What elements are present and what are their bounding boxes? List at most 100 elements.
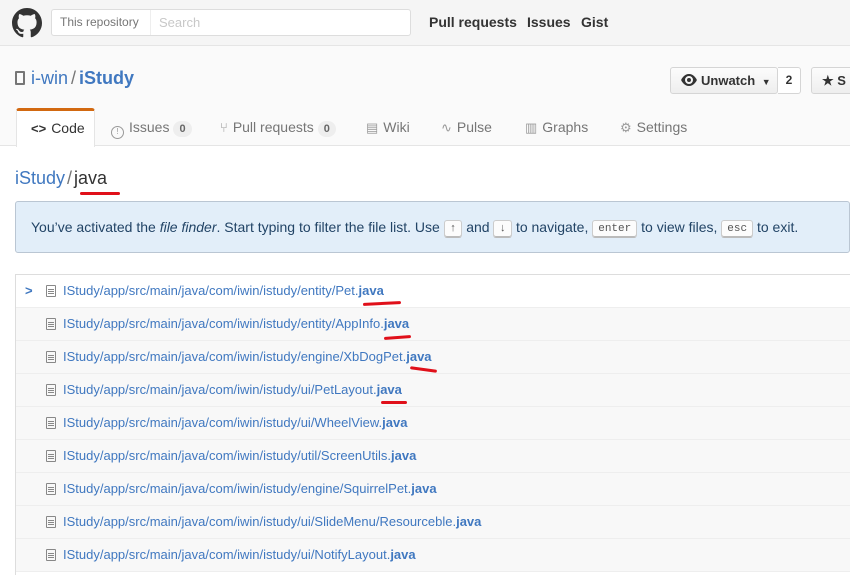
tab-label: Issues bbox=[129, 119, 170, 135]
file-path-text: IStudy/app/src/main/java/com/iwin/istudy… bbox=[63, 514, 457, 529]
file-path-match: java bbox=[406, 349, 432, 364]
breadcrumb-repo-link[interactable]: iStudy bbox=[15, 168, 65, 188]
notice-text: You’ve activated the bbox=[31, 219, 160, 235]
key-up-arrow: ↑ bbox=[443, 220, 463, 238]
site-header: This repository Pull requests Issues Gis… bbox=[0, 0, 850, 46]
star-label: S bbox=[837, 73, 846, 88]
file-path-match: java bbox=[391, 448, 417, 463]
file-result-row[interactable]: IStudy/app/src/main/java/com/iwin/istudy… bbox=[16, 440, 850, 473]
file-icon bbox=[46, 351, 56, 363]
file-result-row[interactable]: IStudy/app/src/main/java/com/iwin/istudy… bbox=[16, 539, 850, 572]
repo-owner-link[interactable]: i-win bbox=[31, 68, 68, 88]
key-enter: enter bbox=[592, 220, 638, 238]
file-path-link[interactable]: IStudy/app/src/main/java/com/iwin/istudy… bbox=[63, 341, 432, 373]
site-search: This repository bbox=[51, 9, 411, 36]
file-result-row[interactable]: IStudy/app/src/main/java/com/iwin/istudy… bbox=[16, 407, 850, 440]
code-icon: <> bbox=[31, 121, 47, 136]
repo-name-link[interactable]: iStudy bbox=[79, 68, 134, 88]
file-icon bbox=[46, 384, 56, 396]
file-path-text: IStudy/app/src/main/java/com/iwin/istudy… bbox=[63, 316, 384, 331]
tab-label: Graphs bbox=[542, 119, 589, 135]
file-path-match: java bbox=[456, 514, 482, 529]
file-path-match: java bbox=[383, 316, 410, 331]
tab-settings[interactable]: ⚙ Settings bbox=[620, 108, 687, 146]
file-result-row[interactable]: > IStudy/app/src/main/java/com/iwin/istu… bbox=[16, 275, 850, 308]
repo-title-separator: / bbox=[71, 68, 77, 88]
tab-label: Settings bbox=[636, 119, 688, 135]
annotation-underline bbox=[80, 192, 120, 195]
notice-emphasis: file finder bbox=[159, 219, 217, 235]
file-path-link[interactable]: IStudy/app/src/main/java/com/iwin/istudy… bbox=[63, 473, 437, 505]
gear-icon: ⚙ bbox=[620, 120, 632, 135]
file-path-text: IStudy/app/src/main/java/com/iwin/istudy… bbox=[63, 283, 359, 298]
eye-icon bbox=[681, 74, 697, 86]
file-icon bbox=[46, 483, 56, 495]
nav-issues[interactable]: Issues bbox=[527, 14, 571, 30]
tab-pull-requests[interactable]: ⑂ Pull requests 0 bbox=[220, 108, 336, 146]
tab-label: Pulse bbox=[456, 119, 492, 135]
notice-text: and bbox=[462, 219, 494, 235]
key-esc: esc bbox=[721, 220, 754, 238]
file-result-row[interactable]: IStudy/app/src/main/java/com/iwin/istudy… bbox=[16, 473, 850, 506]
file-path-match: java bbox=[358, 283, 384, 298]
file-icon bbox=[46, 549, 56, 561]
file-result-row[interactable]: IStudy/app/src/main/java/com/iwin/istudy… bbox=[16, 308, 850, 341]
file-path-text: IStudy/app/src/main/java/com/iwin/istudy… bbox=[63, 547, 391, 562]
search-input[interactable] bbox=[151, 10, 410, 35]
file-path-text: IStudy/app/src/main/java/com/iwin/istudy… bbox=[63, 448, 392, 463]
file-path-match: java bbox=[411, 481, 437, 496]
annotation-underline bbox=[381, 401, 407, 404]
star-icon: ★ bbox=[822, 73, 834, 88]
file-result-row[interactable]: IStudy/app/src/main/java/com/iwin/istudy… bbox=[16, 506, 850, 539]
file-icon bbox=[46, 318, 56, 330]
notice-text: . Start typing to filter the file list. … bbox=[216, 219, 444, 235]
file-finder-query[interactable]: java bbox=[74, 168, 107, 188]
tab-label: Code bbox=[51, 120, 85, 136]
caret-down-icon: ▼ bbox=[761, 77, 771, 87]
file-path-match: java bbox=[390, 547, 416, 562]
tab-pulse[interactable]: ∿ Pulse bbox=[441, 108, 492, 146]
tab-code[interactable]: <> Code bbox=[16, 108, 95, 147]
graph-icon: ▥ bbox=[525, 120, 538, 135]
notice-text: to navigate, bbox=[512, 219, 593, 235]
notice-text: to exit. bbox=[753, 219, 799, 235]
repository-header: i-win / iStudy Unwatch ▼ 2 ★ S <> Code ! Iss… bbox=[0, 46, 850, 147]
unwatch-button[interactable]: Unwatch ▼ bbox=[670, 67, 778, 94]
file-path-text: IStudy/app/src/main/java/com/iwin/istudy… bbox=[63, 481, 412, 496]
file-path-link[interactable]: IStudy/app/src/main/java/com/iwin/istudy… bbox=[63, 275, 384, 307]
file-icon bbox=[46, 516, 56, 528]
github-logo-icon[interactable] bbox=[12, 8, 42, 38]
file-path-link[interactable]: IStudy/app/src/main/java/com/iwin/istudy… bbox=[63, 440, 416, 472]
file-path-link[interactable]: IStudy/app/src/main/java/com/iwin/istudy… bbox=[63, 308, 409, 340]
pull-requests-count-badge: 0 bbox=[317, 121, 336, 137]
file-path-text: IStudy/app/src/main/java/com/iwin/istudy… bbox=[63, 415, 383, 430]
nav-pull-requests[interactable]: Pull requests bbox=[429, 14, 517, 30]
file-finder-results: > IStudy/app/src/main/java/com/iwin/istu… bbox=[15, 274, 850, 575]
file-icon bbox=[46, 450, 56, 462]
file-result-row[interactable]: IStudy/app/src/main/java/com/iwin/istudy… bbox=[16, 374, 850, 407]
watch-count[interactable]: 2 bbox=[778, 67, 801, 94]
file-finder-notice: You’ve activated the file finder. Start … bbox=[15, 201, 850, 253]
chevron-right-icon: > bbox=[25, 283, 33, 298]
repo-title: i-win / iStudy bbox=[15, 68, 134, 89]
nav-gist[interactable]: Gist bbox=[581, 14, 608, 30]
file-path-match: java bbox=[382, 415, 408, 430]
file-icon bbox=[46, 285, 56, 297]
star-button[interactable]: ★ S bbox=[811, 67, 850, 94]
issues-count-badge: 0 bbox=[173, 121, 192, 137]
issue-icon: ! bbox=[111, 126, 124, 139]
tab-wiki[interactable]: ▤ Wiki bbox=[366, 108, 410, 146]
tab-graphs[interactable]: ▥ Graphs bbox=[525, 108, 588, 146]
file-path-text: IStudy/app/src/main/java/com/iwin/istudy… bbox=[63, 382, 377, 397]
tab-label: Pull requests bbox=[232, 119, 314, 135]
file-path-match: java bbox=[376, 382, 402, 397]
file-path-link[interactable]: IStudy/app/src/main/java/com/iwin/istudy… bbox=[63, 407, 407, 439]
file-path-link[interactable]: IStudy/app/src/main/java/com/iwin/istudy… bbox=[63, 539, 416, 571]
notice-text: to view files, bbox=[637, 219, 722, 235]
book-icon: ▤ bbox=[366, 120, 379, 135]
key-down-arrow: ↓ bbox=[493, 220, 513, 238]
repo-icon bbox=[15, 71, 25, 85]
tab-issues[interactable]: ! Issues 0 bbox=[111, 108, 192, 146]
file-path-link[interactable]: IStudy/app/src/main/java/com/iwin/istudy… bbox=[63, 506, 481, 538]
file-path-link[interactable]: IStudy/app/src/main/java/com/iwin/istudy… bbox=[63, 374, 402, 406]
